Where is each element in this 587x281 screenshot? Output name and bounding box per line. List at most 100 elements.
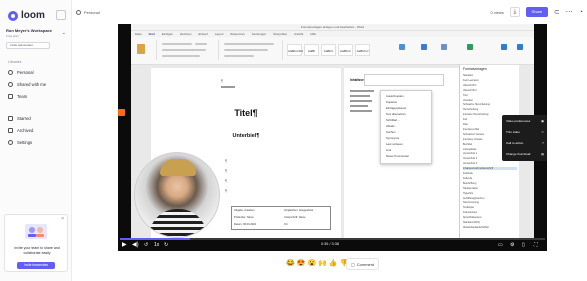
sidebar-item-settings[interactable]: Settings (8, 140, 32, 145)
sidebar-item-label: Starred (17, 116, 31, 121)
style-title[interactable]: AaBbCcI (355, 44, 370, 56)
change-thumbnail-item[interactable]: Change thumbnail ▤ (506, 152, 544, 156)
sidebar-item-label: Shared with me (17, 82, 47, 87)
clipboard-group (133, 40, 157, 60)
context-menu-item[interactable]: Einfügeoptionen: (386, 106, 407, 110)
styles-list-item[interactable]: Hyperlink (463, 192, 517, 195)
more-icon[interactable]: ⋯ (566, 8, 573, 16)
context-menu-item[interactable]: Neuer Kommentar (386, 154, 409, 158)
mini-format-toolbar[interactable] (364, 74, 444, 86)
styles-list-item[interactable]: Überschrift 1 (463, 84, 517, 87)
comment-button[interactable]: ▢ Comment (346, 258, 380, 270)
reaction-emoji[interactable]: 😍 (297, 258, 306, 270)
breadcrumb[interactable]: Personal (76, 10, 100, 15)
call-to-action-item[interactable]: Call to action ↗ (506, 141, 544, 145)
context-menu-item[interactable]: Schriftart... (386, 118, 400, 122)
video-player[interactable]: Formatvorlagen anlegen und bearbeiten - … (118, 24, 547, 251)
styles-list-item[interactable]: Titel (463, 94, 517, 97)
fullscreen-icon[interactable]: ⛶ (534, 242, 538, 248)
reaction-emoji[interactable]: 😂 (286, 258, 295, 270)
styles-list-item[interactable]: Aufzählungszeichen (463, 197, 517, 200)
styles-list-item[interactable]: Schwache Hervorhebung (463, 103, 517, 106)
bell-icon[interactable]: ◔ (579, 9, 583, 16)
styles-list-item[interactable]: Untertitel (463, 99, 517, 102)
styles-list-item[interactable]: Verzeichnis 3 (463, 162, 517, 165)
reaction-emoji[interactable]: 😮 (307, 258, 316, 270)
styles-list-item[interactable]: Kopfzeile (463, 172, 517, 175)
style-heading2[interactable]: AaBbCc (338, 44, 353, 56)
archive-icon (8, 128, 13, 133)
styles-list-item[interactable]: Standard (463, 74, 517, 77)
styles-list-item[interactable]: Textkörper (463, 206, 517, 209)
context-menu-item[interactable]: Synonyme (386, 136, 399, 140)
theater-icon[interactable]: ▯ (522, 242, 525, 248)
style-kein-leerraum[interactable]: AaBb (304, 44, 319, 56)
context-menu-item[interactable]: Text übersetzen (386, 112, 406, 116)
context-menu-item[interactable]: Ausschneiden (386, 94, 404, 98)
find-icon (399, 44, 405, 50)
reaction-emoji[interactable]: 🙌 (318, 258, 327, 270)
context-menu-item[interactable]: Laut vorlesen (386, 142, 403, 146)
sidebar-item-starred[interactable]: Starred (8, 116, 31, 121)
link-icon[interactable]: ⊂ (554, 8, 560, 16)
settings-icon[interactable]: ⚙ (510, 242, 514, 248)
sidebar-item-team[interactable]: Team (8, 94, 27, 99)
sidebar: loom Ron Meyer's Workspace Free plan ⌄ I… (0, 0, 72, 281)
styles-list-item[interactable]: Fußzeile (463, 177, 517, 180)
styles-list-item[interactable]: Beschriftung (463, 182, 517, 185)
promo-invite-button[interactable]: Invite teammates (17, 262, 55, 269)
share-button[interactable]: Share (525, 7, 548, 17)
context-menu-item[interactable]: Kopieren (386, 100, 397, 104)
trim-video-item[interactable]: Trim video ✂ (506, 130, 544, 134)
rewind-icon[interactable]: ↺ (144, 242, 148, 248)
invite-promo-card: × Invite your team to share and collabor… (4, 214, 68, 272)
breadcrumb-label: Personal (84, 10, 100, 15)
context-menu-item[interactable]: Link (386, 148, 391, 152)
styles-list-item[interactable]: Sprechblasentext (463, 216, 517, 219)
volume-icon[interactable]: ◀) (132, 241, 139, 248)
style-heading1[interactable]: AaBbC (321, 44, 336, 56)
video-preferences-item[interactable]: Video preferences ▣ (506, 119, 544, 123)
style-standard[interactable]: AaBbCcDd (287, 44, 303, 56)
person-icon (8, 70, 13, 75)
workspace-switcher[interactable]: Ron Meyer's Workspace Free plan ⌄ Invite… (6, 28, 66, 49)
sidebar-item-shared[interactable]: Shared with me (8, 82, 46, 87)
styles-pane-title: Formatvorlagen (463, 67, 487, 71)
styles-list-item[interactable]: Kein Leerraum (463, 79, 517, 82)
sidebar-item-label: Settings (17, 140, 33, 145)
word-window-title: Formatvorlagen anlegen und bearbeiten - … (131, 24, 534, 31)
forward-icon[interactable]: ↻ (164, 242, 168, 248)
sidebar-item-personal[interactable]: Personal (8, 70, 34, 75)
webcam-bubble[interactable] (134, 152, 220, 238)
word-ribbon: AaBbCcDd AaBb AaBbC AaBbCc AaBbCcI (131, 37, 534, 65)
paste-icon (137, 44, 145, 54)
styles-list-item[interactable]: Hervorhebung (463, 108, 517, 111)
styles-list-item[interactable]: Standard (Web) (463, 221, 517, 224)
context-menu-item[interactable]: Absatz... (386, 124, 397, 128)
logo[interactable]: loom (8, 10, 45, 21)
top-bar: Personal 0 views ⤓ Share ⊂ ⋯ ◔ (72, 0, 587, 26)
captions-icon[interactable]: ▭ (498, 242, 503, 248)
gear-icon (8, 140, 13, 145)
editor-icon (441, 44, 447, 50)
progress-bar[interactable] (120, 238, 545, 240)
download-icon[interactable]: ⤓ (509, 7, 520, 17)
styles-list-item[interactable]: Tabellenraster (463, 187, 517, 190)
speed-button[interactable]: 1x (154, 242, 159, 248)
invite-teammates-button[interactable]: Invite teammates (6, 42, 50, 49)
play-icon[interactable]: ▶ (122, 241, 127, 248)
share-doc-icon (517, 44, 523, 50)
view-count[interactable]: 0 views (491, 10, 504, 15)
team-illustration-icon (25, 224, 47, 239)
reaction-emoji[interactable]: 👍 (329, 258, 338, 270)
team-icon (8, 94, 13, 99)
styles-list-item[interactable]: Fußnotentext (463, 211, 517, 214)
styles-list-item[interactable]: Inhaltsverzeichnisüberschrift (463, 167, 517, 171)
close-icon[interactable]: × (61, 216, 64, 222)
sidebar-item-archived[interactable]: Archived (8, 128, 33, 133)
styles-list-item[interactable]: Überschrift 2 (463, 89, 517, 92)
styles-list-item[interactable]: Absatzstandardschriftart (463, 226, 517, 229)
styles-list-item[interactable]: Nummerierung (463, 201, 517, 204)
collapse-sidebar-button[interactable] (56, 10, 66, 20)
context-menu-item[interactable]: Suchen (386, 130, 396, 134)
